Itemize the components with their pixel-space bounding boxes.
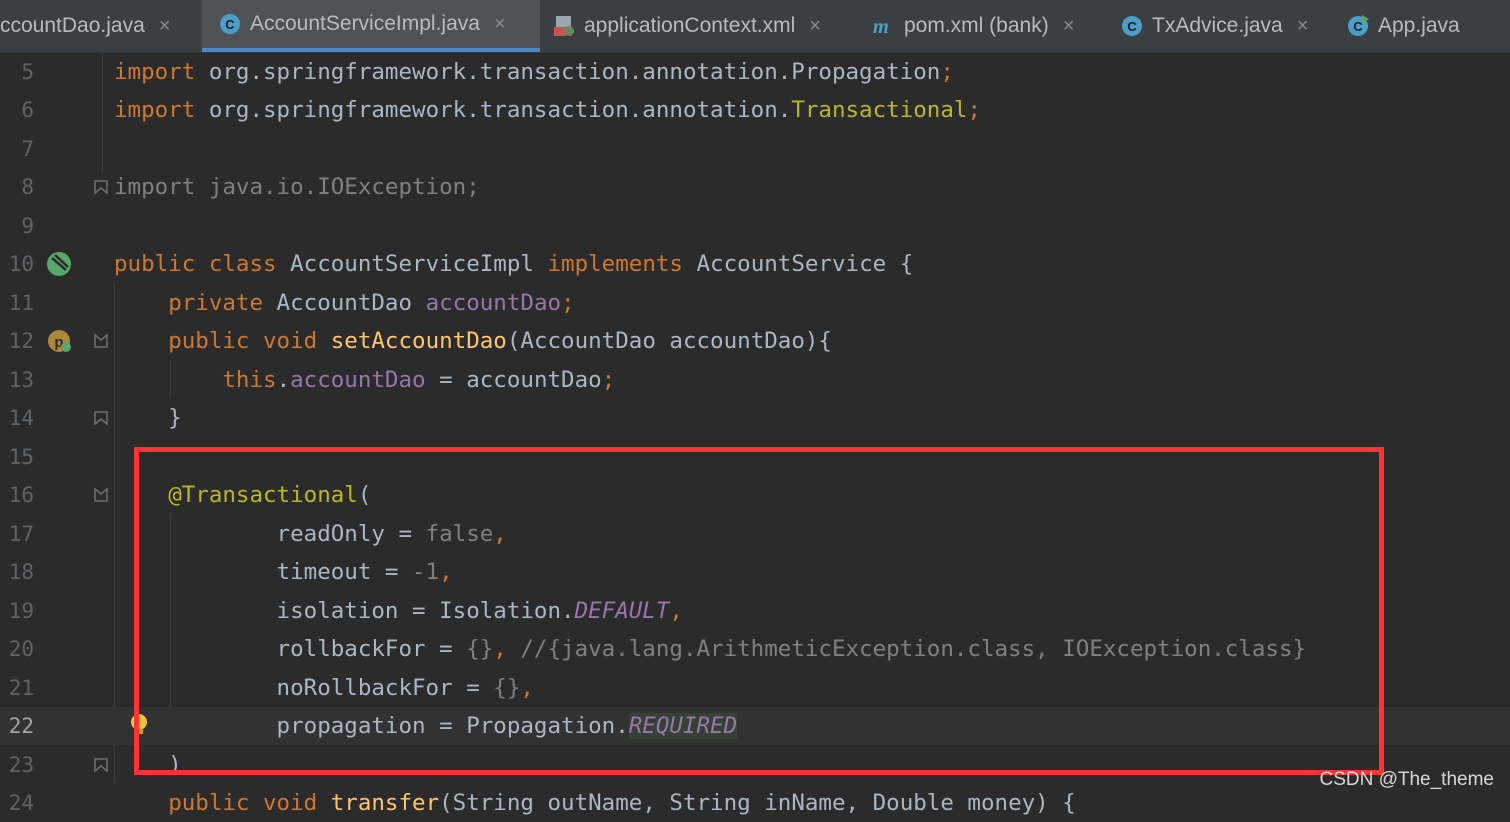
fold-marker-icon[interactable] (92, 486, 110, 504)
tab-app-java[interactable]: C App.java (1346, 0, 1510, 52)
maven-icon: m (872, 14, 896, 38)
tab-pom-xml[interactable]: m pom.xml (bank) × (872, 0, 1110, 52)
code-line: 13 this.accountDao = accountDao; (0, 361, 1510, 399)
code-text: public void setAccountDao(AccountDao acc… (168, 328, 832, 354)
line-number: 17 (8, 522, 34, 546)
fold-marker-icon[interactable] (92, 178, 110, 196)
code-text: } (114, 405, 182, 431)
spring-injection-icon[interactable]: p (46, 328, 72, 354)
code-line: 11 private AccountDao accountDao; (0, 284, 1510, 322)
svg-text:C: C (1127, 19, 1137, 34)
code-text: noRollbackFor = {}, (114, 675, 534, 701)
code-editor[interactable]: 5 import org.springframework.transaction… (0, 53, 1510, 816)
code-line: 19 isolation = Isolation.DEFAULT, (0, 592, 1510, 630)
code-line-current: 22 propagation = Propagation.REQUIRED (0, 707, 1510, 745)
code-text: propagation = Propagation.REQUIRED (114, 713, 738, 739)
watermark: CSDN @The_theme (1319, 769, 1494, 790)
spring-bean-icon[interactable] (46, 251, 72, 277)
code-line: 16 @Transactional( (0, 476, 1510, 514)
line-number: 14 (8, 406, 34, 430)
line-number: 11 (8, 291, 34, 315)
code-line: 15 (0, 438, 1510, 476)
line-number: 22 (8, 714, 34, 738)
close-icon[interactable]: × (159, 15, 171, 38)
tab-label: TxAdvice.java (1152, 14, 1283, 37)
java-class-icon: C (218, 12, 242, 36)
close-icon[interactable]: × (809, 15, 821, 38)
code-line: 20 rollbackFor = {}, //{java.lang.Arithm… (0, 630, 1510, 668)
svg-text:m: m (873, 16, 889, 38)
code-line: 14 } (0, 399, 1510, 437)
tab-accountserviceimpl-java[interactable]: C AccountServiceImpl.java × (202, 0, 540, 52)
close-icon[interactable]: × (1297, 15, 1309, 38)
fold-marker-icon[interactable] (92, 756, 110, 774)
close-icon[interactable]: × (494, 13, 506, 36)
editor-tab-bar: AccountDao.java × C AccountServiceImpl.j… (0, 0, 1510, 53)
code-text: readOnly = false, (114, 521, 507, 547)
tab-label: applicationContext.xml (584, 14, 796, 37)
code-line: 8 import java.io.IOException; (0, 168, 1510, 206)
tab-label: AccountDao.java (0, 14, 145, 37)
code-line: 23 ) (0, 746, 1510, 784)
fold-marker-icon[interactable] (92, 332, 110, 350)
line-number: 9 (21, 214, 34, 238)
code-line: 7 (0, 130, 1510, 168)
java-run-class-icon: C (1346, 14, 1370, 38)
code-text: private AccountDao accountDao; (168, 290, 575, 316)
tab-label: AccountServiceImpl.java (250, 12, 480, 35)
line-number: 13 (8, 368, 34, 392)
code-line: 12 p public void setAccountDao(AccountDa… (0, 322, 1510, 360)
fold-marker-icon[interactable] (92, 409, 110, 427)
tab-txadvice-java[interactable]: C TxAdvice.java × (1120, 0, 1338, 52)
svg-text:C: C (225, 17, 235, 32)
code-text: import org.springframework.transaction.a… (114, 59, 954, 85)
line-number: 6 (21, 98, 34, 122)
code-line: 10 public class AccountServiceImpl imple… (0, 245, 1510, 283)
tab-applicationcontext-xml[interactable]: applicationContext.xml × (552, 0, 860, 52)
line-number: 16 (8, 483, 34, 507)
svg-text:C: C (1353, 19, 1363, 34)
code-text: public void transfer(String outName, Str… (168, 790, 1076, 816)
line-number: 15 (8, 445, 34, 469)
line-number: 7 (21, 137, 34, 161)
code-line: 5 import org.springframework.transaction… (0, 53, 1510, 91)
line-number: 12 (8, 329, 34, 353)
java-class-icon: C (1120, 14, 1144, 38)
code-text: public class AccountServiceImpl implemen… (114, 251, 914, 277)
code-text: import java.io.IOException; (114, 174, 480, 200)
code-text: ) (114, 752, 182, 778)
spring-xml-icon (552, 14, 576, 38)
close-icon[interactable]: × (1063, 15, 1075, 38)
line-number: 23 (8, 753, 34, 777)
code-text: isolation = Isolation.DEFAULT, (114, 598, 683, 624)
code-text: rollbackFor = {}, //{java.lang.Arithmeti… (114, 636, 1307, 662)
code-line: 18 timeout = -1, (0, 553, 1510, 591)
line-number: 18 (8, 560, 34, 584)
code-text: @Transactional( (168, 482, 372, 508)
code-line: 21 noRollbackFor = {}, (0, 669, 1510, 707)
code-line: 9 (0, 207, 1510, 245)
line-number: 5 (21, 60, 34, 84)
code-line: 24 public void transfer(String outName, … (0, 784, 1510, 822)
code-text: import org.springframework.transaction.a… (114, 97, 981, 123)
tab-accountdao-java[interactable]: AccountDao.java × (0, 0, 196, 52)
line-number: 20 (8, 637, 34, 661)
code-text: timeout = -1, (114, 559, 453, 585)
line-number: 19 (8, 599, 34, 623)
line-number: 8 (21, 175, 34, 199)
line-number: 10 (8, 252, 34, 276)
line-number: 21 (8, 676, 34, 700)
code-text: this.accountDao = accountDao; (222, 367, 616, 393)
tab-label: pom.xml (bank) (904, 14, 1049, 37)
line-number: 24 (8, 791, 34, 815)
code-line: 6 import org.springframework.transaction… (0, 91, 1510, 129)
code-line: 17 readOnly = false, (0, 515, 1510, 553)
tab-label: App.java (1378, 14, 1460, 37)
